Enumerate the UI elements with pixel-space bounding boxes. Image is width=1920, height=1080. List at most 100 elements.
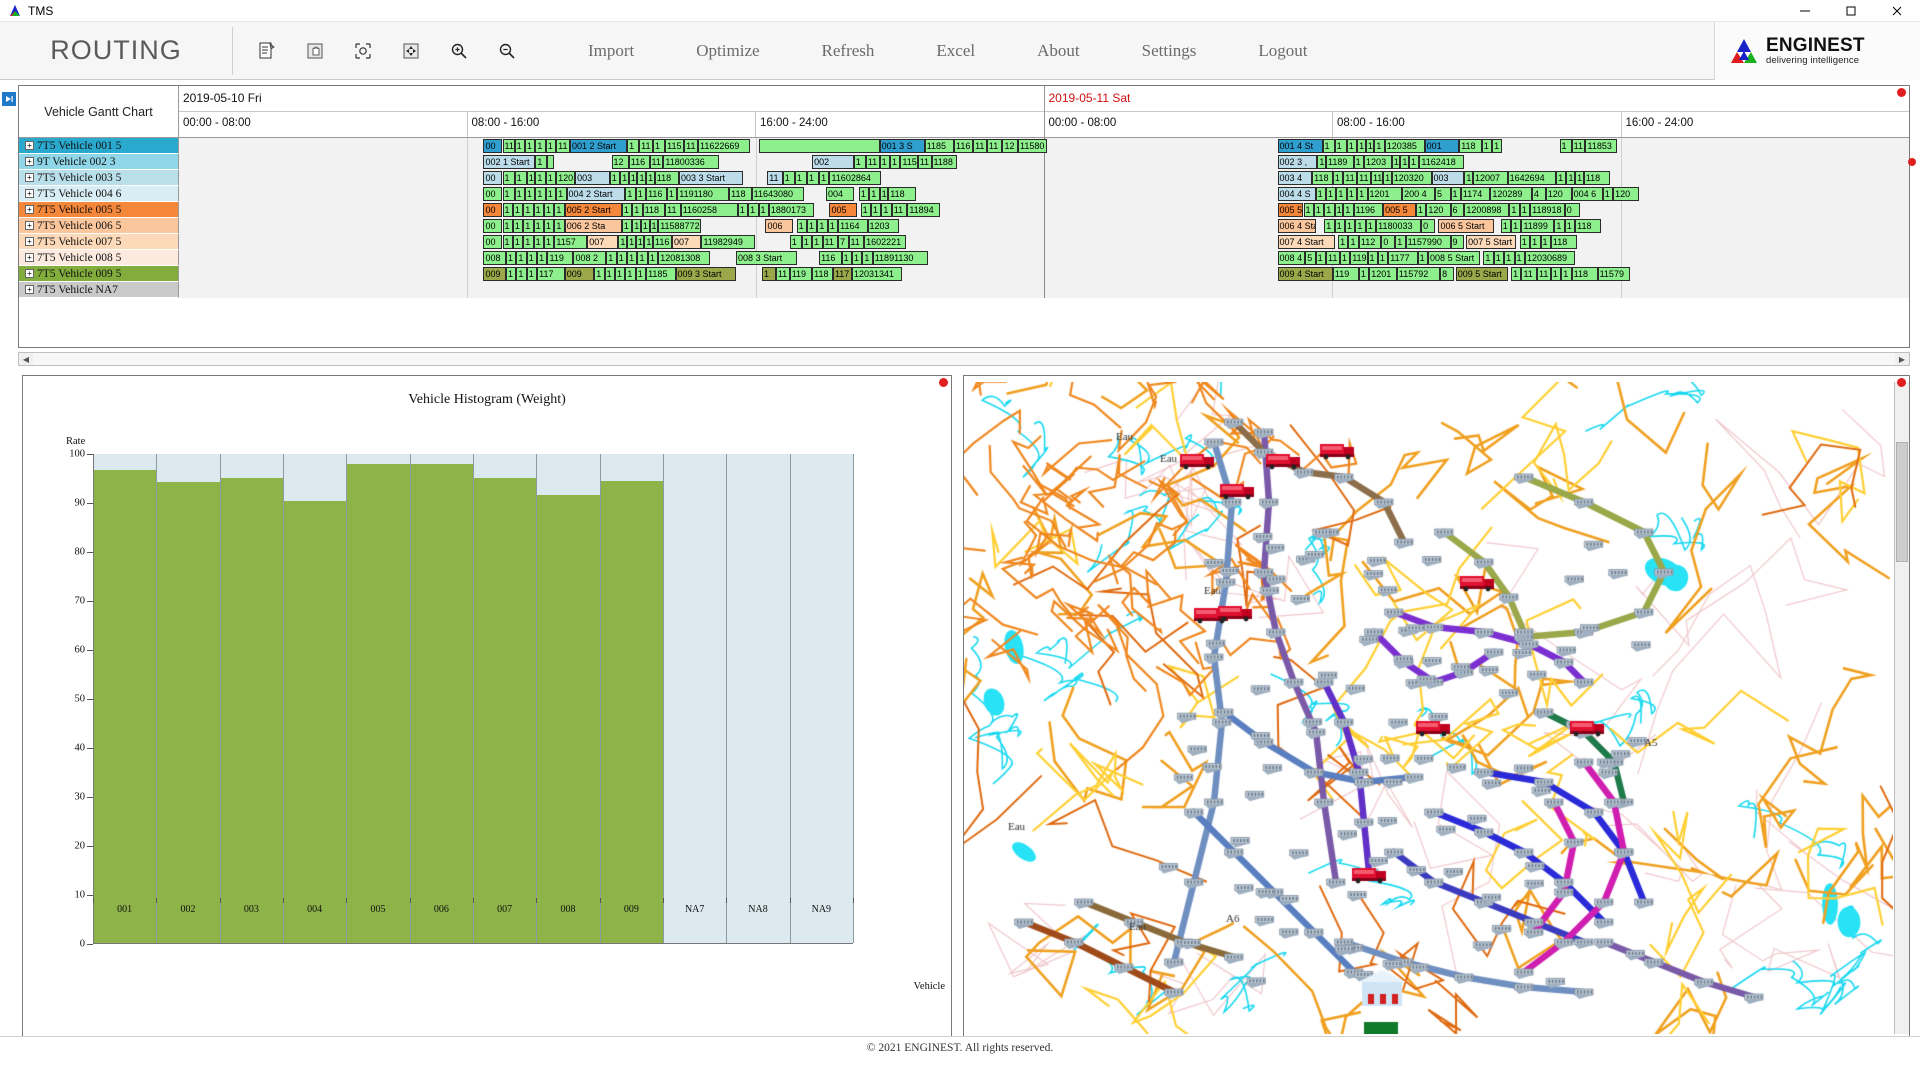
table-row[interactable]: +7T5 Vehicle 009 50091111170091111111850… (19, 266, 1909, 282)
gantt-track[interactable]: 0011111120003 11111118003 3 Start1111111… (179, 170, 1909, 186)
gantt-task-segment[interactable]: 1 (610, 171, 620, 185)
gantt-task-segment[interactable]: 003 (1432, 171, 1465, 185)
gantt-task-segment[interactable]: 1 (546, 187, 556, 201)
gantt-task-segment[interactable]: 1 (1565, 219, 1575, 233)
table-row[interactable]: +7T5 Vehicle 004 600111111004 2 Start111… (19, 186, 1909, 202)
histogram-bar-cell[interactable] (601, 454, 664, 943)
gantt-task-segment[interactable]: 11 (987, 139, 1003, 153)
expand-icon[interactable]: + (25, 253, 34, 262)
gantt-task-segment[interactable]: 1 (1326, 187, 1336, 201)
gantt-task-segment[interactable]: 1177 (1388, 251, 1417, 265)
gantt-task-segment[interactable]: 0 (1565, 203, 1581, 217)
gantt-task-segment[interactable]: 7 (838, 235, 848, 249)
gantt-task-segment[interactable]: 1 (1494, 251, 1504, 265)
gantt-task-segment[interactable]: 12030689 (1525, 251, 1575, 265)
gantt-task-segment[interactable]: 12007 (1473, 171, 1508, 185)
histogram-bar[interactable] (157, 482, 219, 943)
menu-item-import[interactable]: Import (557, 41, 665, 61)
histogram-bar-cell[interactable] (284, 454, 347, 943)
gantt-task-segment[interactable]: 11 (866, 155, 880, 169)
gantt-task-segment[interactable]: 1 (1324, 203, 1334, 217)
gantt-task-segment[interactable]: 120 (1613, 187, 1639, 201)
gantt-task-segment[interactable]: 11853 (1585, 139, 1616, 153)
gantt-task-segment[interactable]: 1 (1383, 171, 1392, 185)
gantt-track[interactable]: 00111111005 2 Start111181111602581111880… (179, 202, 1909, 218)
gantt-task-segment[interactable]: 1 (625, 267, 635, 281)
gantt-track[interactable]: 002 1 Start11211611118003360021111111511… (179, 154, 1909, 170)
gantt-task-segment[interactable]: 1 (615, 267, 625, 281)
gantt-task-segment[interactable]: 1 (880, 155, 890, 169)
gantt-task-segment[interactable]: 1203 (1364, 155, 1392, 169)
gantt-task-segment[interactable]: 1201 (1369, 267, 1397, 281)
gantt-vehicle-label[interactable]: +7T5 Vehicle 003 5 (19, 170, 179, 186)
gantt-task-segment[interactable]: 11 (776, 267, 790, 281)
gantt-task-segment[interactable]: 116 (653, 235, 672, 249)
gantt-task-segment[interactable]: 1 (881, 203, 891, 217)
close-dot-icon[interactable] (1897, 378, 1906, 387)
gantt-task-segment[interactable]: 1 (554, 203, 564, 217)
gantt-task-segment[interactable]: 1 (546, 139, 556, 153)
pan-hand-icon[interactable] (303, 39, 327, 63)
gantt-task-segment[interactable]: 1 (620, 171, 629, 185)
gantt-vehicle-label[interactable]: +7T5 Vehicle 001 5 (19, 138, 179, 154)
gantt-task-segment[interactable]: 116 (819, 251, 841, 265)
gantt-task-segment[interactable]: 1 (1357, 187, 1367, 201)
gantt-vehicle-label[interactable]: +7T5 Vehicle NA7 (19, 282, 179, 298)
gantt-task-segment[interactable]: 1 (1416, 203, 1426, 217)
gantt-task-segment[interactable]: 002 3 , (1278, 155, 1318, 169)
gantt-task-segment[interactable]: 1 (1504, 251, 1514, 265)
gantt-scroll-track[interactable] (33, 353, 1895, 365)
gantt-task-segment[interactable]: 112 (1359, 235, 1381, 249)
gantt-task-segment[interactable]: 1 (819, 171, 829, 185)
gantt-task-segment[interactable]: 11 (918, 155, 932, 169)
gantt-task-segment[interactable]: 120 (1546, 187, 1572, 201)
gantt-task-segment[interactable]: 006 2 Sta (565, 219, 622, 233)
gantt-task-segment[interactable]: 1 (506, 267, 516, 281)
gantt-task-segment[interactable]: 1 (1316, 187, 1326, 201)
gantt-task-segment[interactable]: 119 (1333, 267, 1359, 281)
gantt-task-segment[interactable]: 1 (812, 235, 822, 249)
gantt-task-segment[interactable]: 11 (767, 171, 783, 185)
histogram-bar[interactable] (347, 464, 409, 943)
gantt-task-segment[interactable]: 118 (812, 267, 833, 281)
gantt-task-segment[interactable]: 009 (483, 267, 505, 281)
gantt-task-segment[interactable]: 1 (1511, 219, 1521, 233)
expand-icon[interactable]: + (25, 221, 34, 230)
gantt-task-segment[interactable]: 1 (1366, 219, 1376, 233)
menu-item-about[interactable]: About (1006, 41, 1111, 61)
gantt-task-segment[interactable]: 1 (1464, 171, 1473, 185)
gantt-task-segment[interactable]: 1196 (1354, 203, 1383, 217)
gantt-task-segment[interactable]: 1174 (1461, 187, 1490, 201)
table-row[interactable]: +7T5 Vehicle 001 50011111111001 2 Start1… (19, 138, 1909, 154)
gantt-task-segment[interactable]: 001 3 S (880, 139, 925, 153)
gantt-task-segment[interactable]: 1 (503, 203, 513, 217)
gantt-task-segment[interactable]: 003 4 (1278, 171, 1313, 185)
gantt-task-segment[interactable]: 1 (1335, 139, 1347, 153)
gantt-task-segment[interactable]: 1 (1355, 219, 1365, 233)
gantt-task-segment[interactable]: 11602864 (829, 171, 881, 185)
gantt-task-segment[interactable]: 11 (639, 139, 653, 153)
gantt-task-segment[interactable]: 1 (738, 203, 748, 217)
table-row[interactable]: +7T5 Vehicle 003 50011111120003 11111118… (19, 170, 1909, 186)
gantt-task-segment[interactable]: 1 (527, 171, 536, 185)
gantt-task-segment[interactable]: 1185 (925, 139, 954, 153)
expand-icon[interactable]: + (25, 285, 34, 294)
gantt-task-segment[interactable]: 1 (1345, 219, 1355, 233)
gantt-task-segment[interactable]: 1 (861, 203, 871, 217)
gantt-task-segment[interactable]: 1 (1556, 171, 1566, 185)
gantt-task-segment[interactable]: 119 (1350, 251, 1367, 265)
gantt-task-segment[interactable]: 116 (646, 187, 667, 201)
gantt-task-segment[interactable]: 1 (535, 139, 545, 153)
menu-item-logout[interactable]: Logout (1227, 41, 1338, 61)
gantt-task-segment[interactable]: 002 (812, 155, 854, 169)
table-row[interactable]: +7T5 Vehicle 005 500111111005 2 Start111… (19, 202, 1909, 218)
gantt-task-segment[interactable]: 1 (802, 235, 812, 249)
gantt-task-segment[interactable]: 1 (1400, 155, 1409, 169)
gantt-task-segment[interactable]: 1 (762, 267, 776, 281)
scroll-left-icon[interactable]: ◀ (19, 353, 33, 365)
expand-icon[interactable]: + (25, 269, 34, 278)
table-row[interactable]: +7T5 Vehicle 008 50081111119008 21111112… (19, 250, 1909, 266)
scroll-right-icon[interactable]: ▶ (1895, 353, 1909, 365)
gantt-task-segment[interactable]: 1 (594, 267, 604, 281)
histogram-bar[interactable] (221, 478, 283, 944)
